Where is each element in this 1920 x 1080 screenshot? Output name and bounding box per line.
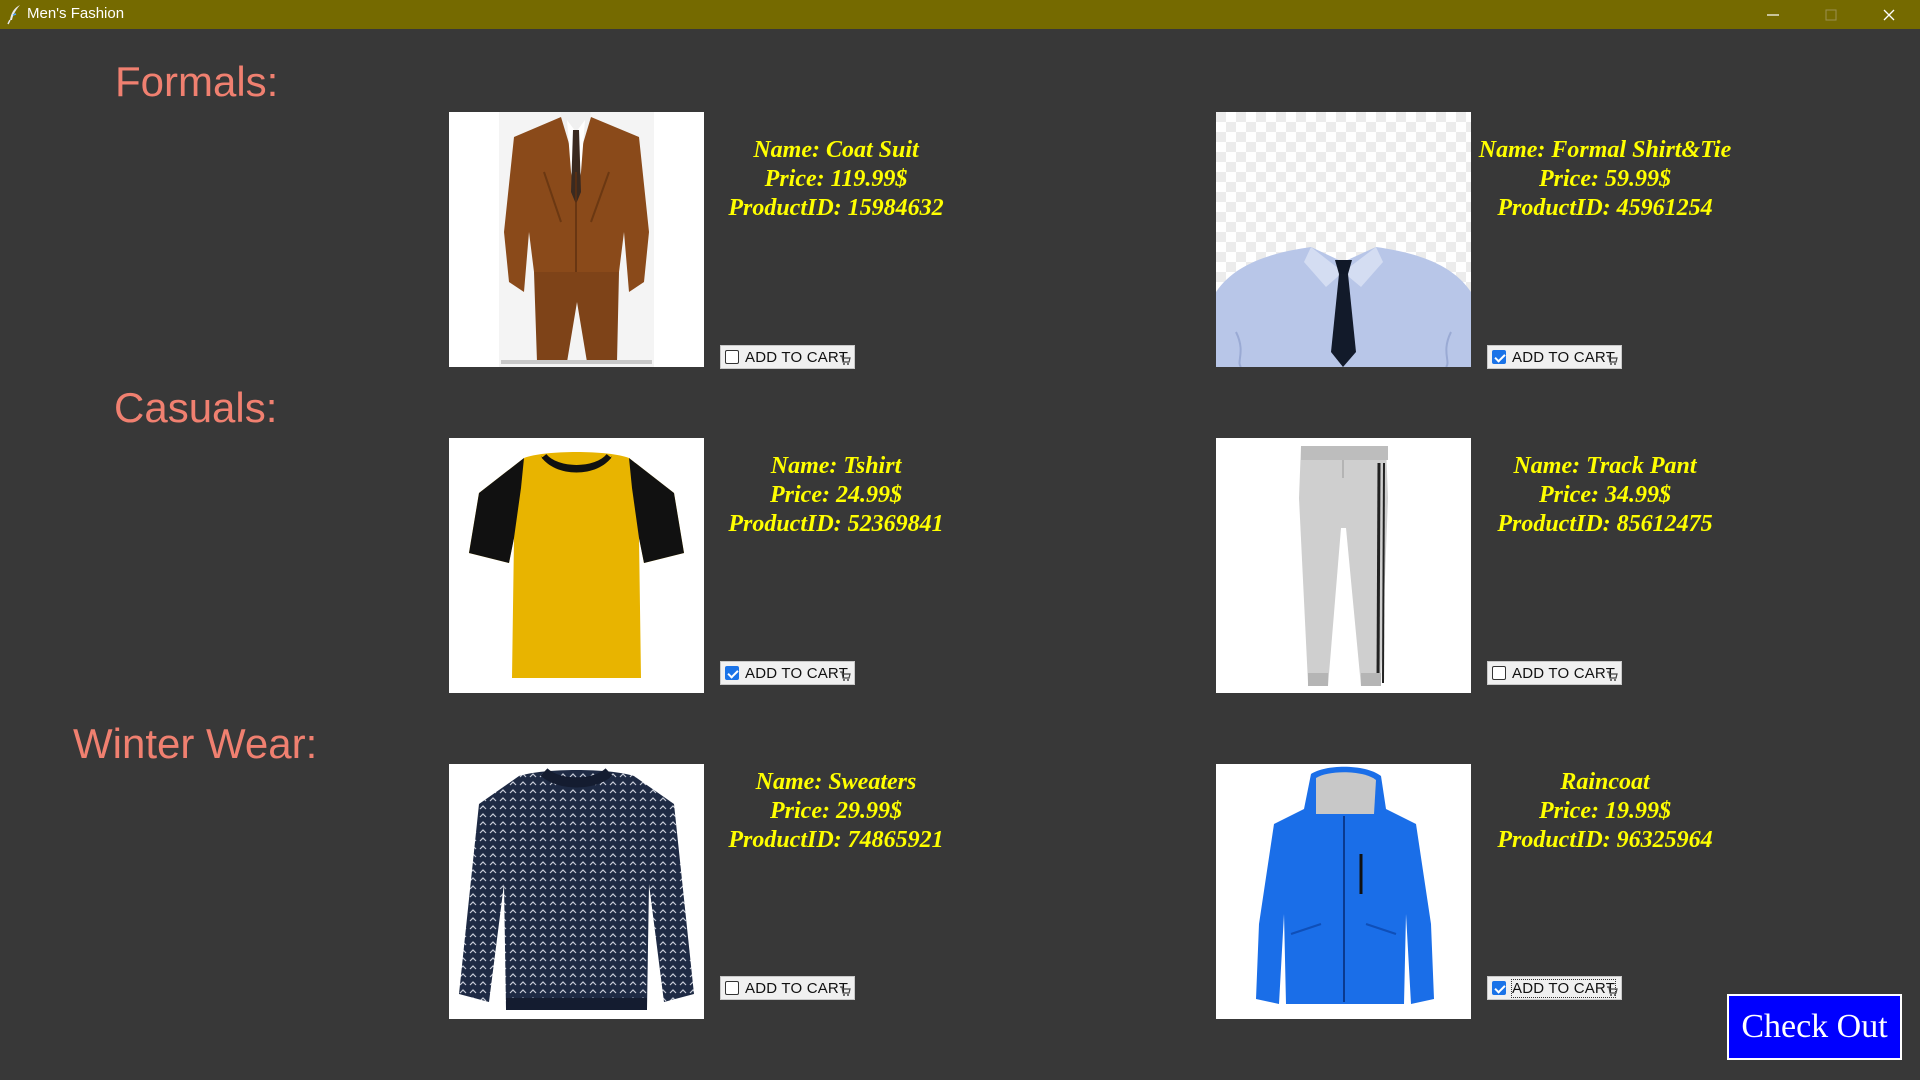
product-id: ProductID: 96325964	[1497, 827, 1713, 853]
section-title-casuals: Casuals:	[114, 384, 278, 431]
checkbox-label: ADD TO CART	[745, 980, 849, 997]
product-name: Name: Formal Shirt&Tie	[1478, 137, 1732, 163]
product-id: ProductID: 85612475	[1497, 511, 1713, 537]
formal-shirt-tie-picture	[1216, 112, 1471, 367]
track-pant-image	[1216, 438, 1471, 693]
product-price: Price: 19.99$	[1539, 798, 1671, 824]
sweater-picture	[459, 767, 694, 1010]
product-id: ProductID: 52369841	[728, 511, 944, 537]
checkbox-label: ADD TO CART	[1512, 665, 1616, 682]
tshirt-picture	[469, 452, 684, 678]
product-name: Name: Sweaters	[755, 769, 917, 795]
app-window: Men's Fashion Formals: Casuals: Winter W…	[0, 0, 1920, 1080]
product-price: Price: 59.99$	[1539, 166, 1671, 192]
title-bar[interactable]: Men's Fashion	[0, 0, 1920, 29]
checkbox-checked[interactable]	[725, 666, 739, 680]
product-id: ProductID: 15984632	[728, 195, 944, 221]
product-price: Price: 29.99$	[770, 798, 902, 824]
sweater-image	[449, 764, 704, 1019]
add-to-cart-checkbox-track-pant[interactable]: ADD TO CART	[1487, 661, 1622, 685]
section-title-formals: Formals:	[115, 58, 279, 105]
close-icon	[1883, 9, 1895, 21]
cart-icon	[840, 671, 851, 681]
product-info-coat-suit: Name: Coat Suit Price: 119.99$ ProductID…	[696, 136, 976, 223]
product-price: Price: 24.99$	[770, 482, 902, 508]
product-price: Price: 34.99$	[1539, 482, 1671, 508]
cart-icon	[1607, 671, 1618, 681]
product-id: ProductID: 45961254	[1497, 195, 1713, 221]
product-id: ProductID: 74865921	[728, 827, 944, 853]
window-title: Men's Fashion	[27, 5, 125, 22]
add-to-cart-checkbox-sweaters[interactable]: ADD TO CART	[720, 976, 855, 1000]
maximize-button[interactable]	[1802, 0, 1860, 29]
formal-shirt-tie-image	[1216, 112, 1471, 367]
checkbox-checked[interactable]	[1492, 350, 1506, 364]
checkbox-unchecked[interactable]	[725, 981, 739, 995]
section-title-winter-wear: Winter Wear:	[73, 720, 318, 767]
product-info-sweaters: Name: Sweaters Price: 29.99$ ProductID: …	[696, 768, 976, 855]
product-name: Name: Coat Suit	[753, 137, 919, 163]
cart-icon	[1607, 355, 1618, 365]
track-pant-picture	[1299, 446, 1388, 686]
product-info-formal-shirt-tie: Name: Formal Shirt&Tie Price: 59.99$ Pro…	[1465, 136, 1745, 223]
cart-icon	[840, 986, 851, 996]
checkbox-unchecked[interactable]	[1492, 666, 1506, 680]
checkbox-checked[interactable]	[1492, 981, 1506, 995]
minimize-button[interactable]	[1744, 0, 1802, 29]
checkbox-label: ADD TO CART	[745, 349, 849, 366]
product-price: Price: 119.99$	[764, 166, 908, 192]
checkbox-unchecked[interactable]	[725, 350, 739, 364]
tshirt-image	[449, 438, 704, 693]
cart-icon	[1607, 986, 1618, 996]
product-name: Raincoat	[1560, 769, 1650, 795]
close-button[interactable]	[1860, 0, 1918, 29]
checkbox-label: ADD TO CART	[745, 665, 849, 682]
raincoat-picture	[1256, 766, 1434, 1004]
product-info-raincoat: Raincoat Price: 19.99$ ProductID: 963259…	[1465, 768, 1745, 855]
feather-icon	[7, 5, 20, 25]
raincoat-image	[1216, 764, 1471, 1019]
product-info-tshirt: Name: Tshirt Price: 24.99$ ProductID: 52…	[696, 452, 976, 539]
product-name: Name: Track Pant	[1513, 453, 1697, 479]
add-to-cart-checkbox-raincoat[interactable]: ADD TO CART	[1487, 976, 1622, 1000]
product-name: Name: Tshirt	[770, 453, 902, 479]
coat-suit-image	[449, 112, 704, 367]
add-to-cart-checkbox-tshirt[interactable]: ADD TO CART	[720, 661, 855, 685]
product-info-track-pant: Name: Track Pant Price: 34.99$ ProductID…	[1465, 452, 1745, 539]
check-out-button[interactable]: Check Out	[1727, 994, 1902, 1060]
add-to-cart-checkbox-coat-suit[interactable]: ADD TO CART	[720, 345, 855, 369]
cart-icon	[840, 355, 851, 365]
maximize-icon	[1825, 9, 1837, 21]
add-to-cart-checkbox-formal-shirt-tie[interactable]: ADD TO CART	[1487, 345, 1622, 369]
coat-suit-picture	[499, 112, 654, 367]
minimize-icon	[1767, 14, 1779, 16]
checkbox-label: ADD TO CART	[1510, 979, 1617, 998]
checkbox-label: ADD TO CART	[1512, 349, 1616, 366]
